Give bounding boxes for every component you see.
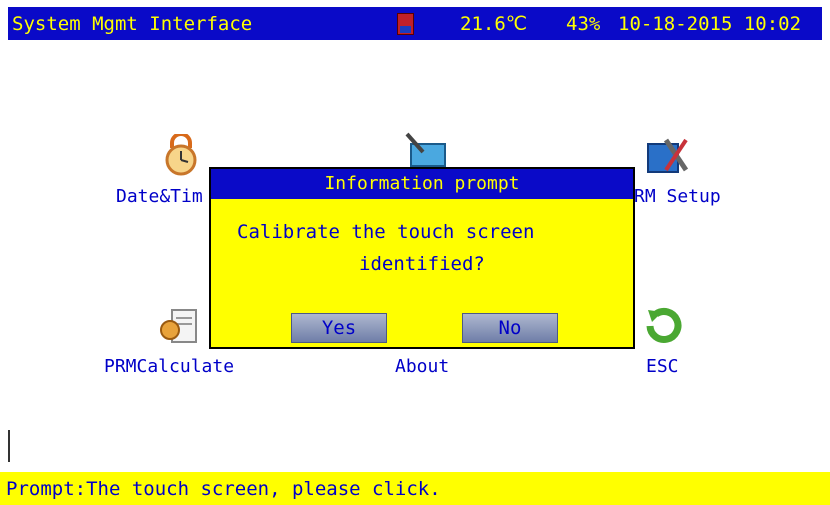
sd-card-icon xyxy=(397,13,414,35)
refresh-arrow-icon xyxy=(646,308,682,343)
dialog-title: Information prompt xyxy=(211,169,633,199)
yes-button[interactable]: Yes xyxy=(291,313,387,343)
dialog-message-line2: identified? xyxy=(359,253,485,275)
app-calibrate[interactable] xyxy=(395,126,455,167)
status-prompt-text: Prompt:The touch screen, please click. xyxy=(6,478,441,500)
app-about-label: About xyxy=(395,356,450,377)
information-prompt-dialog: Information prompt Calibrate the touch s… xyxy=(209,167,635,349)
app-esc-label: ESC xyxy=(646,356,679,377)
app-about[interactable]: About xyxy=(385,350,475,380)
humidity-readout: 43% xyxy=(566,13,601,35)
touch-pen-icon xyxy=(405,132,446,167)
app-date-time[interactable]: Date&Tim xyxy=(112,126,222,211)
tools-icon xyxy=(647,138,689,173)
no-button[interactable]: No xyxy=(462,313,558,343)
datetime-readout: 10-18-2015 10:02 xyxy=(618,13,802,35)
app-prm-setup[interactable]: RM Setup xyxy=(628,126,738,211)
calculator-notes-icon xyxy=(160,309,197,343)
app-date-time-label: Date&Tim xyxy=(116,186,203,207)
dialog-message-line1: Calibrate the touch screen xyxy=(237,221,535,243)
status-bar: Prompt:The touch screen, please click. xyxy=(0,472,830,505)
app-prm-calculate-label: PRMCalculate xyxy=(104,356,235,377)
clock-lock-icon xyxy=(165,134,197,176)
title-bar: System Mgmt Interface 21.6℃ 43% 10-18-20… xyxy=(8,7,822,40)
app-prm-setup-label: RM Setup xyxy=(634,186,721,207)
app-esc[interactable]: ESC xyxy=(630,300,710,380)
temperature-readout: 21.6℃ xyxy=(460,13,528,35)
window-title: System Mgmt Interface xyxy=(12,13,253,35)
edge-marker xyxy=(8,430,10,462)
